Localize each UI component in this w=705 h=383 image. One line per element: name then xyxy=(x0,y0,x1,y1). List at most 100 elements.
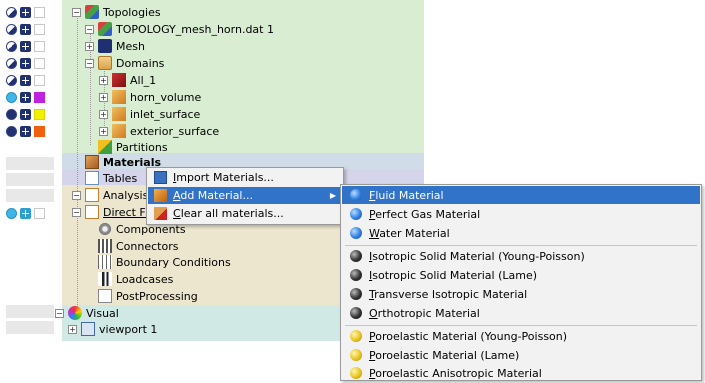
visibility-icon[interactable] xyxy=(6,108,17,120)
color-swatch[interactable] xyxy=(34,6,45,18)
visibility-icon[interactable] xyxy=(6,207,17,219)
fluid-ball-icon xyxy=(350,189,362,201)
poroelastic-ball-icon xyxy=(350,330,362,342)
expand-icon[interactable]: + xyxy=(85,41,94,51)
collapse-icon[interactable]: − xyxy=(85,24,94,34)
clear-materials-menu-item[interactable]: Clear all materials... xyxy=(148,205,342,222)
visibility-icon[interactable] xyxy=(6,57,17,69)
color-swatch[interactable] xyxy=(34,23,45,35)
color-swatch-orange[interactable] xyxy=(34,125,45,137)
add-material-menu-item[interactable]: Add Material... ▶ xyxy=(148,187,342,204)
mesh-grid-icon[interactable] xyxy=(20,74,31,86)
add-material-submenu: Fluid Material Perfect Gas Material Wate… xyxy=(340,184,702,381)
expand-icon[interactable]: + xyxy=(68,324,77,334)
transverse-isotropic-material-item[interactable]: Transverse Isotropic Material xyxy=(342,285,700,303)
collapse-icon[interactable]: − xyxy=(55,308,64,318)
tree-item-label: viewport 1 xyxy=(99,322,158,336)
collapse-icon[interactable]: − xyxy=(72,207,81,217)
tree-item-label: Visual xyxy=(86,306,119,320)
tree-item-label: Boundary Conditions xyxy=(116,255,231,269)
status-row-exterior-surface[interactable] xyxy=(6,124,45,138)
collapse-icon[interactable]: − xyxy=(72,190,81,200)
visibility-icon[interactable] xyxy=(6,91,17,103)
mesh-grid-icon[interactable] xyxy=(20,108,31,120)
visibility-icon[interactable] xyxy=(6,40,17,52)
color-swatch-yellow[interactable] xyxy=(34,108,45,120)
expand-icon[interactable]: + xyxy=(99,75,108,85)
fluid-material-item[interactable]: Fluid Material xyxy=(342,186,700,204)
import-icon xyxy=(154,171,167,184)
status-row-all1[interactable] xyxy=(6,73,45,87)
mesh-grid-icon[interactable] xyxy=(20,57,31,69)
solid-ball-icon xyxy=(350,269,362,281)
tree-item-mesh[interactable]: + Mesh xyxy=(85,38,145,54)
tree-item-label: Loadcases xyxy=(116,272,174,286)
visibility-icon[interactable] xyxy=(6,74,17,86)
poroelastic-young-material-item[interactable]: Poroelastic Material (Young-Poisson) xyxy=(342,327,700,345)
expand-icon[interactable]: + xyxy=(99,92,108,102)
color-swatch-purple[interactable] xyxy=(34,91,45,103)
color-swatch[interactable] xyxy=(34,40,45,52)
status-row-topologies[interactable] xyxy=(6,5,45,19)
postprocessing-icon xyxy=(98,289,112,303)
tree-item-exterior-surface[interactable]: + exterior_surface xyxy=(99,123,219,139)
visibility-icon[interactable] xyxy=(6,125,17,137)
status-row-horn-volume[interactable] xyxy=(6,90,45,104)
tree-item-postprocessing[interactable]: PostProcessing xyxy=(98,288,198,304)
tree-item-all1[interactable]: + All_1 xyxy=(99,72,156,88)
menu-item-label: Poroelastic Anisotropic Material xyxy=(369,366,542,380)
tree-item-partitions[interactable]: Partitions xyxy=(98,139,168,155)
tree-item-visual[interactable]: − Visual xyxy=(55,305,119,321)
tree-item-loadcases[interactable]: Loadcases xyxy=(98,271,173,287)
status-row-mesh[interactable] xyxy=(6,39,45,53)
menu-item-label: Fluid Material xyxy=(369,188,444,202)
tree-item-inlet-surface[interactable]: + inlet_surface xyxy=(99,106,200,122)
tree-item-tables[interactable]: Tables xyxy=(72,170,137,186)
tree-item-connectors[interactable]: Connectors xyxy=(98,238,178,254)
mesh-grid-icon[interactable] xyxy=(20,125,31,137)
tree-item-domains[interactable]: − Domains xyxy=(85,55,164,71)
menu-item-label: Perfect Gas Material xyxy=(369,207,481,221)
visibility-icon[interactable] xyxy=(6,6,17,18)
tree-item-analysis[interactable]: − Analysis xyxy=(72,187,148,203)
isotropic-lame-material-item[interactable]: Isotropic Solid Material (Lame) xyxy=(342,266,700,284)
tree-item-topology-file[interactable]: − TOPOLOGY_mesh_horn.dat 1 xyxy=(85,21,274,37)
domain-icon xyxy=(112,124,126,138)
tree-item-label: PostProcessing xyxy=(116,289,198,303)
poroelastic-lame-material-item[interactable]: Poroelastic Material (Lame) xyxy=(342,346,700,364)
color-swatch[interactable] xyxy=(34,207,45,219)
mesh-grid-icon[interactable] xyxy=(20,91,31,103)
water-material-item[interactable]: Water Material xyxy=(342,224,700,242)
mesh-grid-icon[interactable] xyxy=(20,207,31,219)
domain-icon xyxy=(112,73,126,87)
poroelastic-anisotropic-material-item[interactable]: Poroelastic Anisotropic Material xyxy=(342,364,700,382)
isotropic-young-material-item[interactable]: Isotropic Solid Material (Young-Poisson) xyxy=(342,247,700,265)
tree-item-viewport[interactable]: + viewport 1 xyxy=(68,321,157,337)
collapse-icon[interactable]: − xyxy=(72,7,81,17)
import-materials-menu-item[interactable]: Import Materials... xyxy=(148,169,342,186)
mesh-grid-icon[interactable] xyxy=(20,23,31,35)
loadcases-icon xyxy=(98,272,112,286)
visibility-icon[interactable] xyxy=(6,23,17,35)
perfect-gas-material-item[interactable]: Perfect Gas Material xyxy=(342,205,700,223)
menu-item-label: Clear all materials... xyxy=(173,207,284,220)
menu-item-label: Transverse Isotropic Material xyxy=(369,287,528,301)
tree-item-direct-fr[interactable]: − Direct Fr xyxy=(72,204,149,220)
status-row-domains[interactable] xyxy=(6,56,45,70)
poroelastic-ball-icon xyxy=(350,367,362,379)
tree-item-boundary-conditions[interactable]: Boundary Conditions xyxy=(98,254,231,270)
expand-icon[interactable]: + xyxy=(99,126,108,136)
collapse-icon[interactable]: − xyxy=(85,58,94,68)
expand-icon[interactable]: + xyxy=(99,109,108,119)
orthotropic-material-item[interactable]: Orthotropic Material xyxy=(342,304,700,322)
status-row-direct-fr[interactable] xyxy=(6,206,45,220)
status-row-topology-file[interactable] xyxy=(6,22,45,36)
tree-item-topologies[interactable]: − Topologies xyxy=(72,4,161,20)
tree-item-horn-volume[interactable]: + horn_volume xyxy=(99,89,201,105)
tree-item-label: Connectors xyxy=(116,239,179,253)
color-swatch[interactable] xyxy=(34,57,45,69)
mesh-grid-icon[interactable] xyxy=(20,40,31,52)
status-row-inlet-surface[interactable] xyxy=(6,107,45,121)
color-swatch[interactable] xyxy=(34,74,45,86)
mesh-grid-icon[interactable] xyxy=(20,6,31,18)
